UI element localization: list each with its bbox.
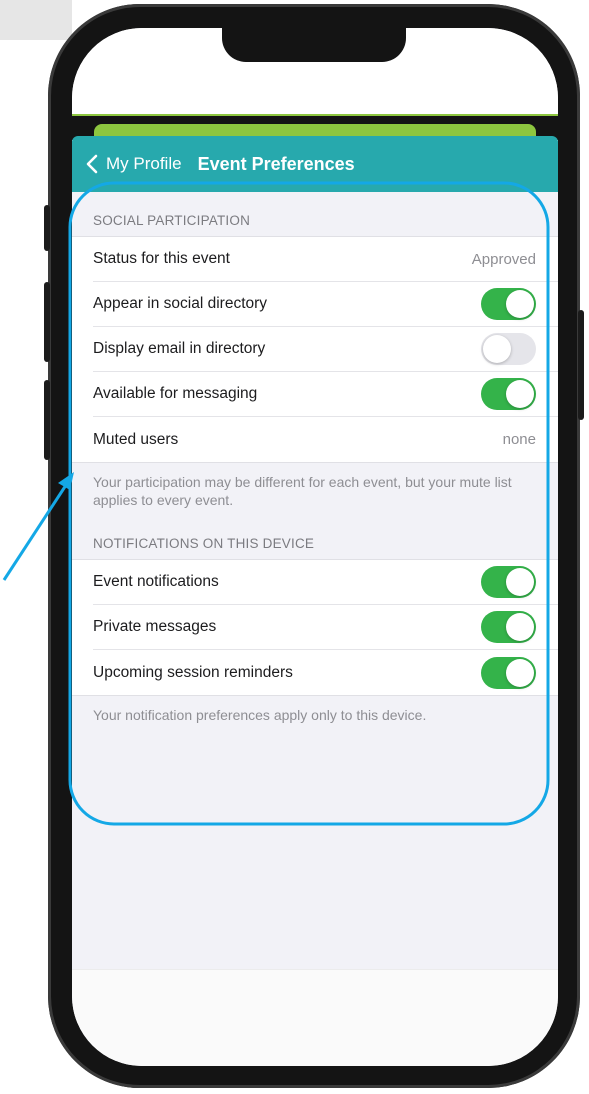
toggle-knob <box>506 568 534 596</box>
private-messages-row: Private messages <box>93 605 558 650</box>
row-label: Private messages <box>93 618 217 635</box>
notch <box>222 28 406 62</box>
phone-screen: My Profile Event Preferences SOCIAL PART… <box>72 28 558 1066</box>
corner-tab <box>0 0 72 40</box>
social-participation-group: Status for this event Approved Appear in… <box>72 236 558 463</box>
social-directory-row: Appear in social directory <box>93 282 558 327</box>
display-email-row: Display email in directory <box>93 327 558 372</box>
back-button-label: My Profile <box>106 154 182 173</box>
row-label: Event notifications <box>93 573 219 590</box>
row-label: Muted users <box>93 430 179 448</box>
row-label: Available for messaging <box>93 385 258 402</box>
row-label: Display email in directory <box>93 340 266 357</box>
toggle-knob <box>506 290 534 318</box>
status-row[interactable]: Status for this event Approved <box>93 237 558 282</box>
event-notifications-row: Event notifications <box>93 560 558 605</box>
notifications-group: Event notifications Private messages Upc… <box>72 559 558 696</box>
messaging-toggle[interactable] <box>481 378 536 410</box>
status-value: Approved <box>471 250 536 268</box>
social-directory-toggle[interactable] <box>481 288 536 320</box>
navigation-bar: My Profile Event Preferences <box>72 136 558 192</box>
back-button[interactable]: My Profile <box>86 154 182 174</box>
event-notifications-toggle[interactable] <box>481 566 536 598</box>
social-footer-note: Your participation may be different for … <box>93 474 512 508</box>
row-label: Appear in social directory <box>93 295 268 312</box>
status-bar <box>72 28 558 114</box>
toggle-knob <box>483 335 511 363</box>
notifications-footer-note: Your notification preferences apply only… <box>93 707 427 723</box>
display-email-toggle[interactable] <box>481 333 536 365</box>
row-label: Status for this event <box>93 250 230 267</box>
toggle-knob <box>506 658 534 687</box>
volume-up-button <box>44 282 50 362</box>
bottom-bar <box>72 969 558 1066</box>
row-label: Upcoming session reminders <box>93 663 293 681</box>
muted-users-value: none <box>502 431 536 448</box>
section-header-social: SOCIAL PARTICIPATION <box>93 213 251 228</box>
toggle-knob <box>506 380 534 408</box>
messaging-row: Available for messaging <box>93 372 558 417</box>
page-title: Event Preferences <box>197 153 355 174</box>
muted-users-row[interactable]: Muted users none <box>93 417 558 462</box>
chevron-left-icon <box>86 154 98 174</box>
volume-down-button <box>44 380 50 460</box>
power-button <box>578 310 584 420</box>
session-reminders-row: Upcoming session reminders <box>93 650 558 695</box>
private-messages-toggle[interactable] <box>481 611 536 643</box>
section-header-notifications: NOTIFICATIONS ON THIS DEVICE <box>93 536 315 551</box>
settings-content: SOCIAL PARTICIPATION Status for this eve… <box>72 192 558 732</box>
toggle-knob <box>506 613 534 641</box>
silent-switch <box>44 205 50 251</box>
session-reminders-toggle[interactable] <box>481 656 536 689</box>
